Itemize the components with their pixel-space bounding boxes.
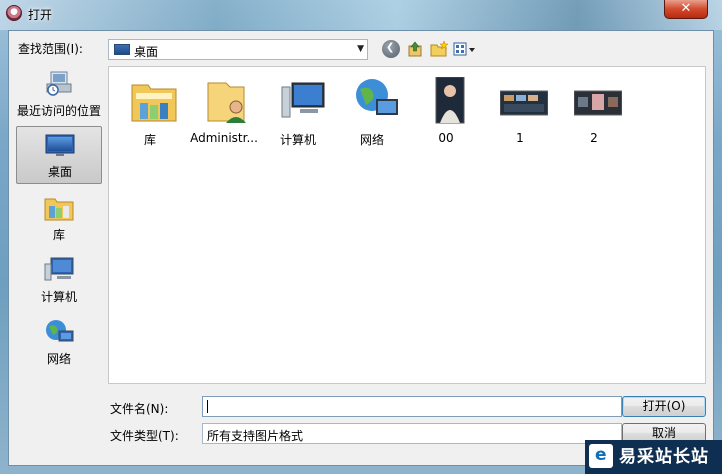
new-folder-icon[interactable] xyxy=(430,40,448,58)
title-bar[interactable]: 打开 ✕ xyxy=(0,0,722,28)
user-folder-icon xyxy=(207,82,246,123)
desktop-icon xyxy=(45,134,75,156)
place-recent[interactable]: 最近访问的位置 xyxy=(16,66,102,124)
image-thumbnail-icon xyxy=(574,90,622,116)
file-item-label: 2 xyxy=(590,131,598,145)
place-label: 最近访问的位置 xyxy=(16,104,101,118)
file-item-label: 1 xyxy=(516,131,524,145)
open-button[interactable]: 打开(O) xyxy=(622,396,706,417)
desktop-icon xyxy=(114,44,130,55)
watermark-text: 易采站长站 xyxy=(619,447,709,467)
file-item-computer[interactable]: 计算机 xyxy=(261,73,335,147)
file-item-label: 计算机 xyxy=(279,133,316,147)
look-in-label: 查找范围(I): xyxy=(18,42,83,56)
views-menu-icon[interactable] xyxy=(453,40,477,58)
text-caret xyxy=(207,400,208,413)
file-item-1[interactable]: 1 xyxy=(483,73,557,145)
libraries-folder-icon xyxy=(131,84,177,122)
filename-input[interactable] xyxy=(202,396,622,417)
chevron-down-icon: ▼ xyxy=(357,44,364,54)
close-button[interactable]: ✕ xyxy=(664,0,708,19)
place-label: 库 xyxy=(52,228,65,242)
place-libraries[interactable]: 库 xyxy=(16,190,102,248)
file-item-label: 库 xyxy=(143,133,156,147)
places-bar: 最近访问的位置 桌面 库 计算机 网络 xyxy=(14,66,104,384)
image-thumbnail-icon xyxy=(500,90,548,116)
watermark-logo-icon xyxy=(589,444,613,468)
filetype-value: 所有支持图片格式 xyxy=(207,429,304,443)
image-thumbnail-icon xyxy=(435,77,465,124)
libraries-icon xyxy=(44,198,74,221)
file-item-administrator[interactable]: Administr... xyxy=(187,73,261,145)
recent-places-icon xyxy=(46,71,72,96)
place-network[interactable]: 网络 xyxy=(16,314,102,372)
filetype-select[interactable]: 所有支持图片格式 xyxy=(202,423,622,444)
file-item-label: 00 xyxy=(438,131,454,145)
file-item-network[interactable]: 网络 xyxy=(335,73,409,147)
app-icon xyxy=(6,5,22,21)
place-label: 网络 xyxy=(46,352,71,366)
place-computer[interactable]: 计算机 xyxy=(16,252,102,310)
place-desktop[interactable]: 桌面 xyxy=(16,126,102,184)
file-item-00[interactable]: 00 xyxy=(409,73,483,145)
file-item-libraries[interactable]: 库 xyxy=(113,73,187,147)
file-item-label: 网络 xyxy=(359,133,384,147)
network-icon xyxy=(356,79,398,115)
computer-icon xyxy=(44,257,74,281)
filename-label: 文件名(N): xyxy=(110,402,169,416)
network-icon xyxy=(46,320,74,342)
look-in-dropdown[interactable]: 桌面 ▼ xyxy=(108,39,368,60)
window-title: 打开 xyxy=(28,8,53,22)
back-icon[interactable] xyxy=(382,40,400,58)
place-label: 桌面 xyxy=(47,165,72,179)
filetype-label: 文件类型(T): xyxy=(110,429,179,443)
look-in-value: 桌面 xyxy=(134,45,159,59)
file-item-label: Administr... xyxy=(190,131,258,145)
computer-icon xyxy=(281,82,325,118)
file-item-2[interactable]: 2 xyxy=(557,73,631,145)
watermark-badge: 易采站长站 xyxy=(585,440,722,474)
place-label: 计算机 xyxy=(40,290,77,304)
up-folder-icon[interactable] xyxy=(406,40,424,58)
file-list[interactable]: 库 Administr... 计算机 网络 00 1 2 xyxy=(108,66,706,384)
